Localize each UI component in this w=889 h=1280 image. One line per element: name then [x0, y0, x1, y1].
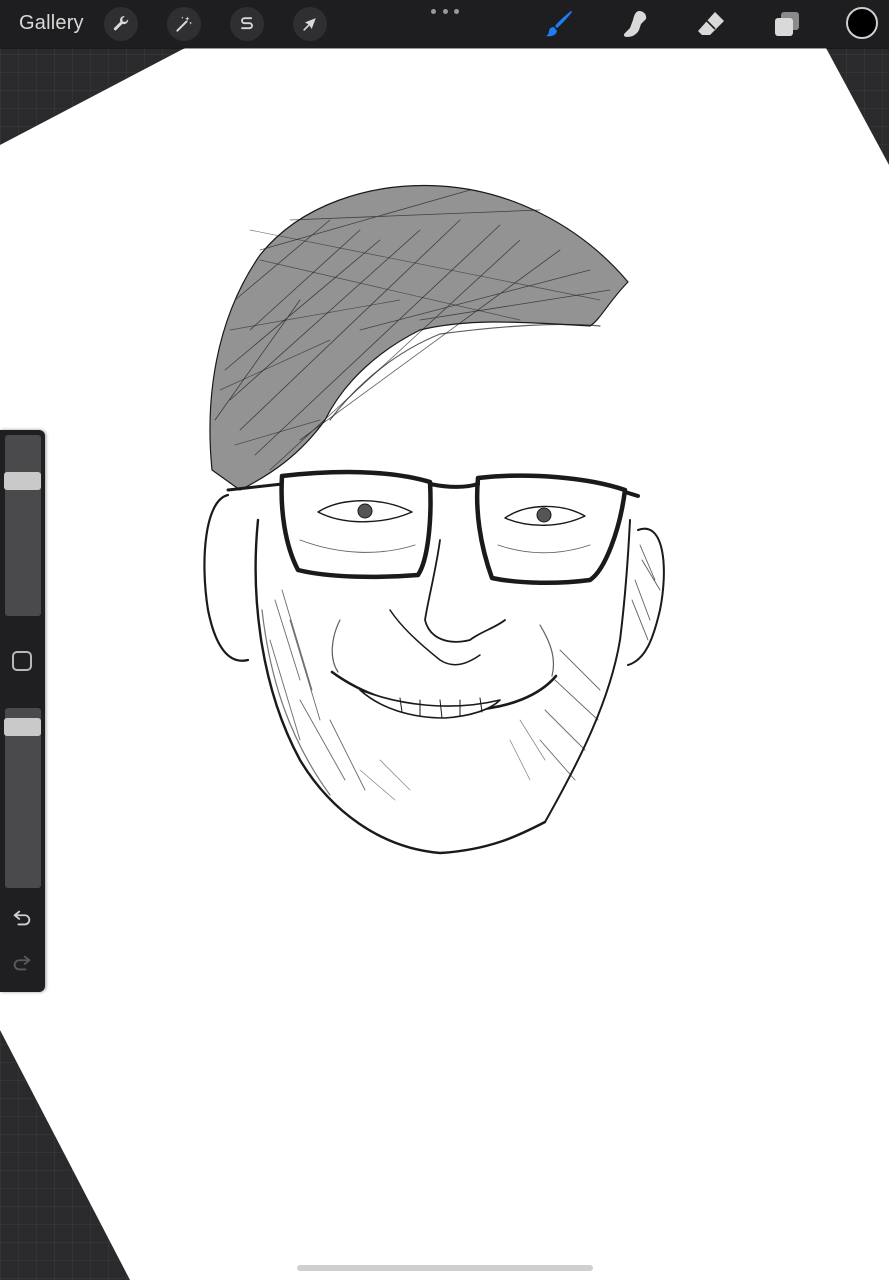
- drawing-canvas[interactable]: [0, 0, 889, 1280]
- more-menu-button[interactable]: [431, 2, 459, 20]
- selection-s-icon: [241, 17, 253, 30]
- magic-wand-icon: [176, 16, 193, 32]
- top-toolbar: Gallery: [0, 0, 889, 48]
- layers-icon: [775, 12, 799, 36]
- adjustments-button[interactable]: [167, 7, 201, 41]
- modifier-square-button[interactable]: [12, 651, 32, 671]
- eraser-tool-button[interactable]: [693, 6, 729, 42]
- undo-icon: [13, 910, 31, 926]
- opacity-slider-thumb[interactable]: [4, 718, 41, 736]
- brush-size-slider[interactable]: [4, 435, 41, 616]
- left-sidebar: [0, 430, 45, 992]
- home-indicator[interactable]: [297, 1265, 593, 1271]
- brush-icon: [546, 11, 572, 37]
- canvas-svg[interactable]: [0, 0, 889, 1280]
- eraser-icon: [698, 12, 724, 35]
- opacity-slider[interactable]: [4, 708, 41, 888]
- ellipsis-icon: [454, 8, 459, 14]
- redo-icon: [13, 955, 31, 971]
- arrow-cursor-icon: [303, 18, 316, 31]
- ellipsis-icon: [442, 8, 448, 14]
- smudge-tool-button[interactable]: [617, 6, 653, 42]
- selection-button[interactable]: [230, 7, 264, 41]
- brush-tool-button[interactable]: [541, 6, 577, 42]
- transform-button[interactable]: [293, 7, 327, 41]
- wrench-icon: [113, 16, 129, 31]
- color-picker-button[interactable]: [846, 7, 878, 39]
- brush-size-slider-thumb[interactable]: [4, 472, 41, 490]
- undo-button[interactable]: [10, 906, 34, 930]
- gallery-button[interactable]: Gallery: [19, 12, 84, 35]
- layers-button[interactable]: [769, 6, 805, 42]
- redo-button[interactable]: [10, 951, 34, 975]
- ellipsis-icon: [431, 8, 436, 14]
- smudge-icon: [623, 11, 647, 37]
- actions-button[interactable]: [104, 7, 138, 41]
